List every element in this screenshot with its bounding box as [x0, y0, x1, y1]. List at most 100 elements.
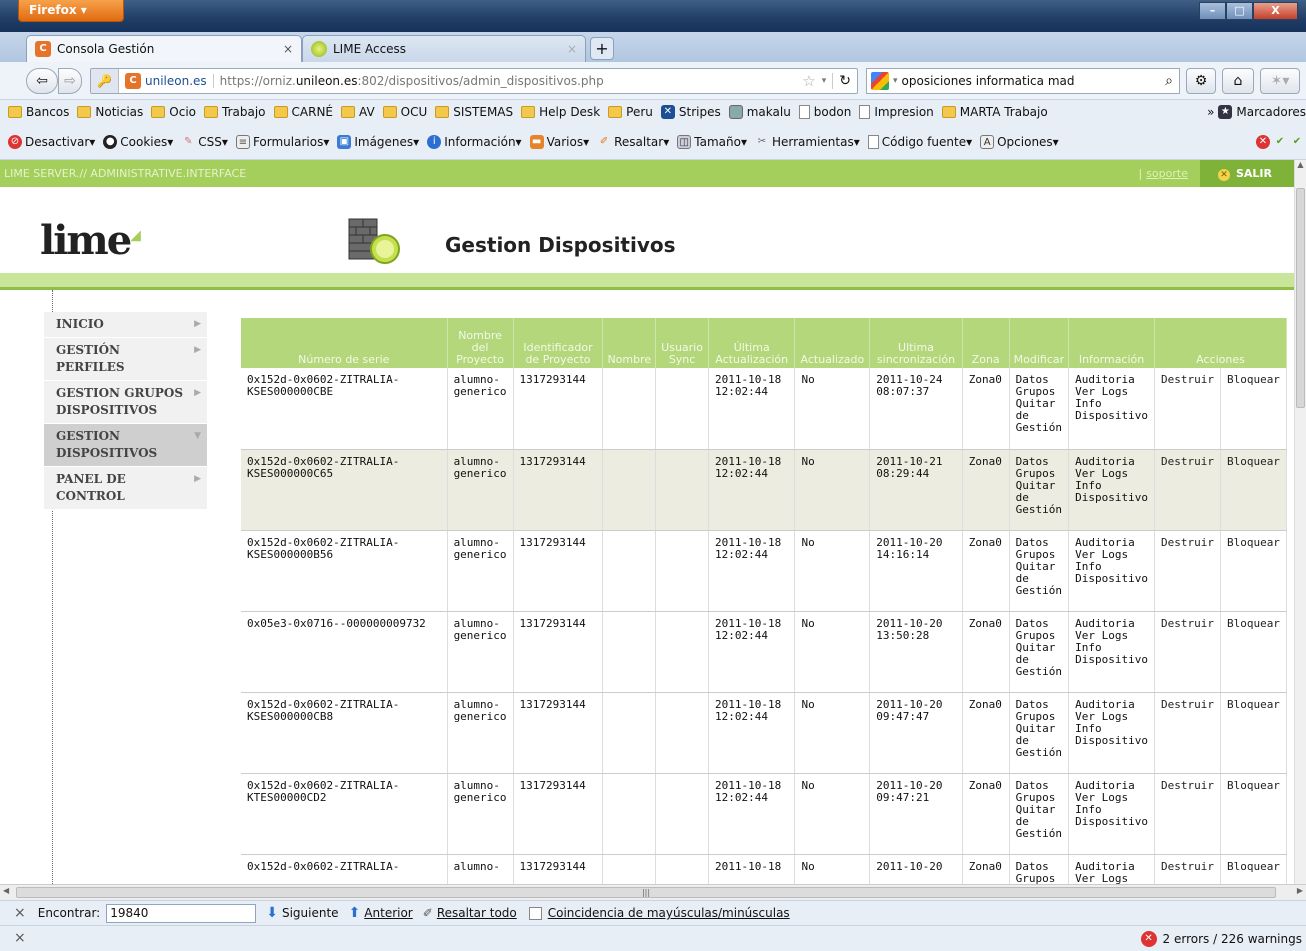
info-links[interactable]: Auditoria Ver Logs Info Dispositivo — [1068, 692, 1155, 774]
tab-close-icon[interactable]: × — [283, 42, 293, 56]
modify-links[interactable]: Datos Grupos Quitar de Gestión — [1009, 611, 1070, 693]
bloquear-button[interactable]: Bloquear — [1220, 368, 1288, 450]
reload-icon[interactable]: ↻ — [832, 73, 857, 89]
google-icon[interactable] — [871, 72, 889, 90]
info-links[interactable]: Auditoria Ver Logs Info Dispositivo — [1068, 773, 1155, 855]
bookmark-item[interactable]: Noticias — [77, 105, 143, 119]
wd-options[interactable]: A Opciones▾ — [980, 134, 1059, 149]
destruir-button[interactable]: Destruir — [1154, 773, 1221, 855]
col-header[interactable]: Última Actualización — [708, 318, 796, 368]
destruir-button[interactable]: Destruir — [1154, 368, 1221, 450]
bookmark-item[interactable]: OCU — [382, 105, 427, 119]
wd-cookies[interactable]: ● Cookies▾ — [103, 134, 173, 149]
tab-close-icon[interactable]: × — [567, 42, 577, 56]
minimize-button[interactable]: – — [1199, 2, 1226, 20]
destruir-button[interactable]: Destruir — [1154, 611, 1221, 693]
modify-links[interactable]: Datos Grupos Quitar de Gestión — [1009, 449, 1070, 531]
sidebar-item-gestion-grupos[interactable]: GESTION GRUPOS DISPOSITIVOS ▶ — [44, 381, 207, 424]
sidebar-item-gestion-dispositivos[interactable]: GESTION DISPOSITIVOS ▼ — [44, 424, 207, 467]
soporte-link[interactable]: soporte — [1146, 160, 1188, 187]
maximize-button[interactable]: □ — [1226, 2, 1253, 20]
wd-outline[interactable]: ✐ Resaltar▾ — [597, 135, 669, 149]
bookmark-item[interactable]: AV — [341, 105, 375, 119]
find-input[interactable]: 19840 — [106, 903, 257, 923]
destruir-button[interactable]: Destruir — [1154, 449, 1221, 531]
star-bookmark-icon[interactable]: ☆ — [802, 72, 815, 90]
forward-button[interactable]: ⇨ — [58, 68, 82, 94]
scroll-up-icon[interactable]: ▲ — [1295, 160, 1306, 169]
scroll-thumb[interactable]: ||| — [16, 887, 1276, 898]
destruir-button[interactable]: Destruir — [1154, 530, 1221, 612]
dropdown-icon[interactable]: ▾ — [822, 76, 827, 86]
wd-source[interactable]: Código fuente▾ — [867, 134, 972, 149]
modify-links[interactable]: Datos Grupos Quitar de Gestión — [1009, 692, 1070, 774]
wd-status[interactable]: ✕ ✔ ✔ — [1256, 134, 1304, 149]
bookmark-item[interactable]: Peru — [608, 105, 653, 119]
bloquear-button[interactable]: Bloquear — [1220, 773, 1288, 855]
bookmark-item[interactable]: SISTEMAS — [435, 105, 513, 119]
sidebar-item-gestion-perfiles[interactable]: GESTIÓN PERFILES ▶ — [44, 338, 207, 381]
scroll-thumb[interactable] — [1296, 188, 1305, 408]
vertical-scrollbar[interactable]: ▲ — [1294, 160, 1306, 884]
tab-consola-gestion[interactable]: C Consola Gestión × — [26, 35, 302, 62]
bookmark-item[interactable]: Impresion — [859, 105, 934, 119]
search-icon[interactable]: ⌕ — [1165, 73, 1173, 89]
url-text[interactable]: https://orniz.unileon.es:802/dispositivo… — [220, 74, 604, 88]
info-links[interactable]: Auditoria Ver Logs Info Dispositivo — [1068, 530, 1155, 612]
wd-info[interactable]: i Información▾ — [427, 134, 522, 149]
bloquear-button[interactable]: Bloquear — [1220, 530, 1288, 612]
info-links[interactable]: Auditoria Ver Logs Info Dispositivo — [1068, 449, 1155, 531]
bloquear-button[interactable]: Bloquear — [1220, 854, 1288, 884]
wd-css[interactable]: ✎ CSS▾ — [181, 135, 228, 149]
find-prev-button[interactable]: ⬆ Anterior — [349, 905, 413, 921]
bookmark-item[interactable]: Trabajo — [204, 105, 266, 119]
search-bar[interactable]: ▾ oposiciones informatica mad ⌕ — [866, 68, 1180, 94]
col-header[interactable]: Número de serie — [241, 318, 448, 368]
bloquear-button[interactable]: Bloquear — [1220, 611, 1288, 693]
info-links[interactable]: Auditoria Ver Logs Info Dispositivo — [1068, 854, 1155, 884]
col-header[interactable]: Zona — [962, 318, 1010, 368]
tab-lime-access[interactable]: LIME Access × — [302, 35, 586, 62]
addon-gear-icon[interactable]: ⚙ — [1186, 68, 1216, 94]
sidebar-item-panel-control[interactable]: PANEL DE CONTROL ▶ — [44, 467, 207, 510]
bloquear-button[interactable]: Bloquear — [1220, 449, 1288, 531]
identity-lock-icon[interactable]: 🔑 — [91, 69, 119, 93]
salir-button[interactable]: ✕ SALIR — [1199, 160, 1294, 187]
info-links[interactable]: Auditoria Ver Logs Info Dispositivo — [1068, 611, 1155, 693]
wd-tools[interactable]: ✂ Herramientas▾ — [755, 135, 860, 149]
home-icon[interactable]: ⌂ — [1222, 68, 1254, 94]
bookmarks-overflow[interactable]: » ★ Marcadores — [1207, 105, 1306, 119]
bookmark-item[interactable]: Help Desk — [521, 105, 600, 119]
highlight-all-button[interactable]: ✐ Resaltar todo — [423, 906, 517, 920]
wd-images[interactable]: ▣ Imágenes▾ — [337, 134, 419, 149]
col-header[interactable]: Ultima sincronización — [869, 318, 963, 368]
col-header[interactable]: Identificador de Proyecto — [513, 318, 604, 368]
wd-misc[interactable]: ▬ Varios▾ — [529, 134, 589, 149]
modify-links[interactable]: Datos Grupos Quitar de Gestión — [1009, 368, 1070, 450]
modify-links[interactable]: Datos Grupos Quitar de Gestión — [1009, 530, 1070, 612]
modify-links[interactable]: Datos Grupos Quitar de Gestión — [1009, 854, 1070, 884]
col-header[interactable]: Nombre del Proyecto — [447, 318, 514, 368]
bookmark-item[interactable]: ✕ Stripes — [660, 105, 721, 119]
modify-links[interactable]: Datos Grupos Quitar de Gestión — [1009, 773, 1070, 855]
bookmark-item[interactable]: bodon — [798, 105, 851, 119]
find-next-button[interactable]: ⬇ Siguiente — [266, 905, 338, 921]
destruir-button[interactable]: Destruir — [1154, 692, 1221, 774]
new-tab-button[interactable]: + — [590, 37, 614, 60]
scroll-right-icon[interactable]: ▶ — [1297, 886, 1303, 895]
url-bar[interactable]: 🔑 C unileon.es https://orniz.unileon.es:… — [90, 68, 858, 94]
match-case-checkbox[interactable]: Coincidencia de mayúsculas/minúsculas — [528, 906, 790, 920]
sidebar-item-inicio[interactable]: INICIO ▶ — [44, 312, 207, 338]
findbar-close-icon[interactable]: × — [14, 905, 26, 921]
lime-logo[interactable]: lime◢ — [40, 217, 141, 264]
back-button[interactable]: ⇦ — [26, 68, 58, 94]
wd-disable[interactable]: ⊘ Desactivar▾ — [8, 134, 95, 149]
bookmark-item[interactable]: makalu — [728, 105, 791, 119]
col-header[interactable]: Actualizado — [794, 318, 871, 368]
bookmark-item[interactable]: Ocio — [151, 105, 196, 119]
close-window-button[interactable]: X — [1253, 2, 1298, 20]
info-links[interactable]: Auditoria Ver Logs Info Dispositivo — [1068, 368, 1155, 450]
scroll-left-icon[interactable]: ◀ — [3, 886, 9, 895]
extension-icon[interactable]: ✶▾ — [1260, 68, 1300, 94]
bookmark-item[interactable]: CARNÉ — [273, 105, 333, 119]
